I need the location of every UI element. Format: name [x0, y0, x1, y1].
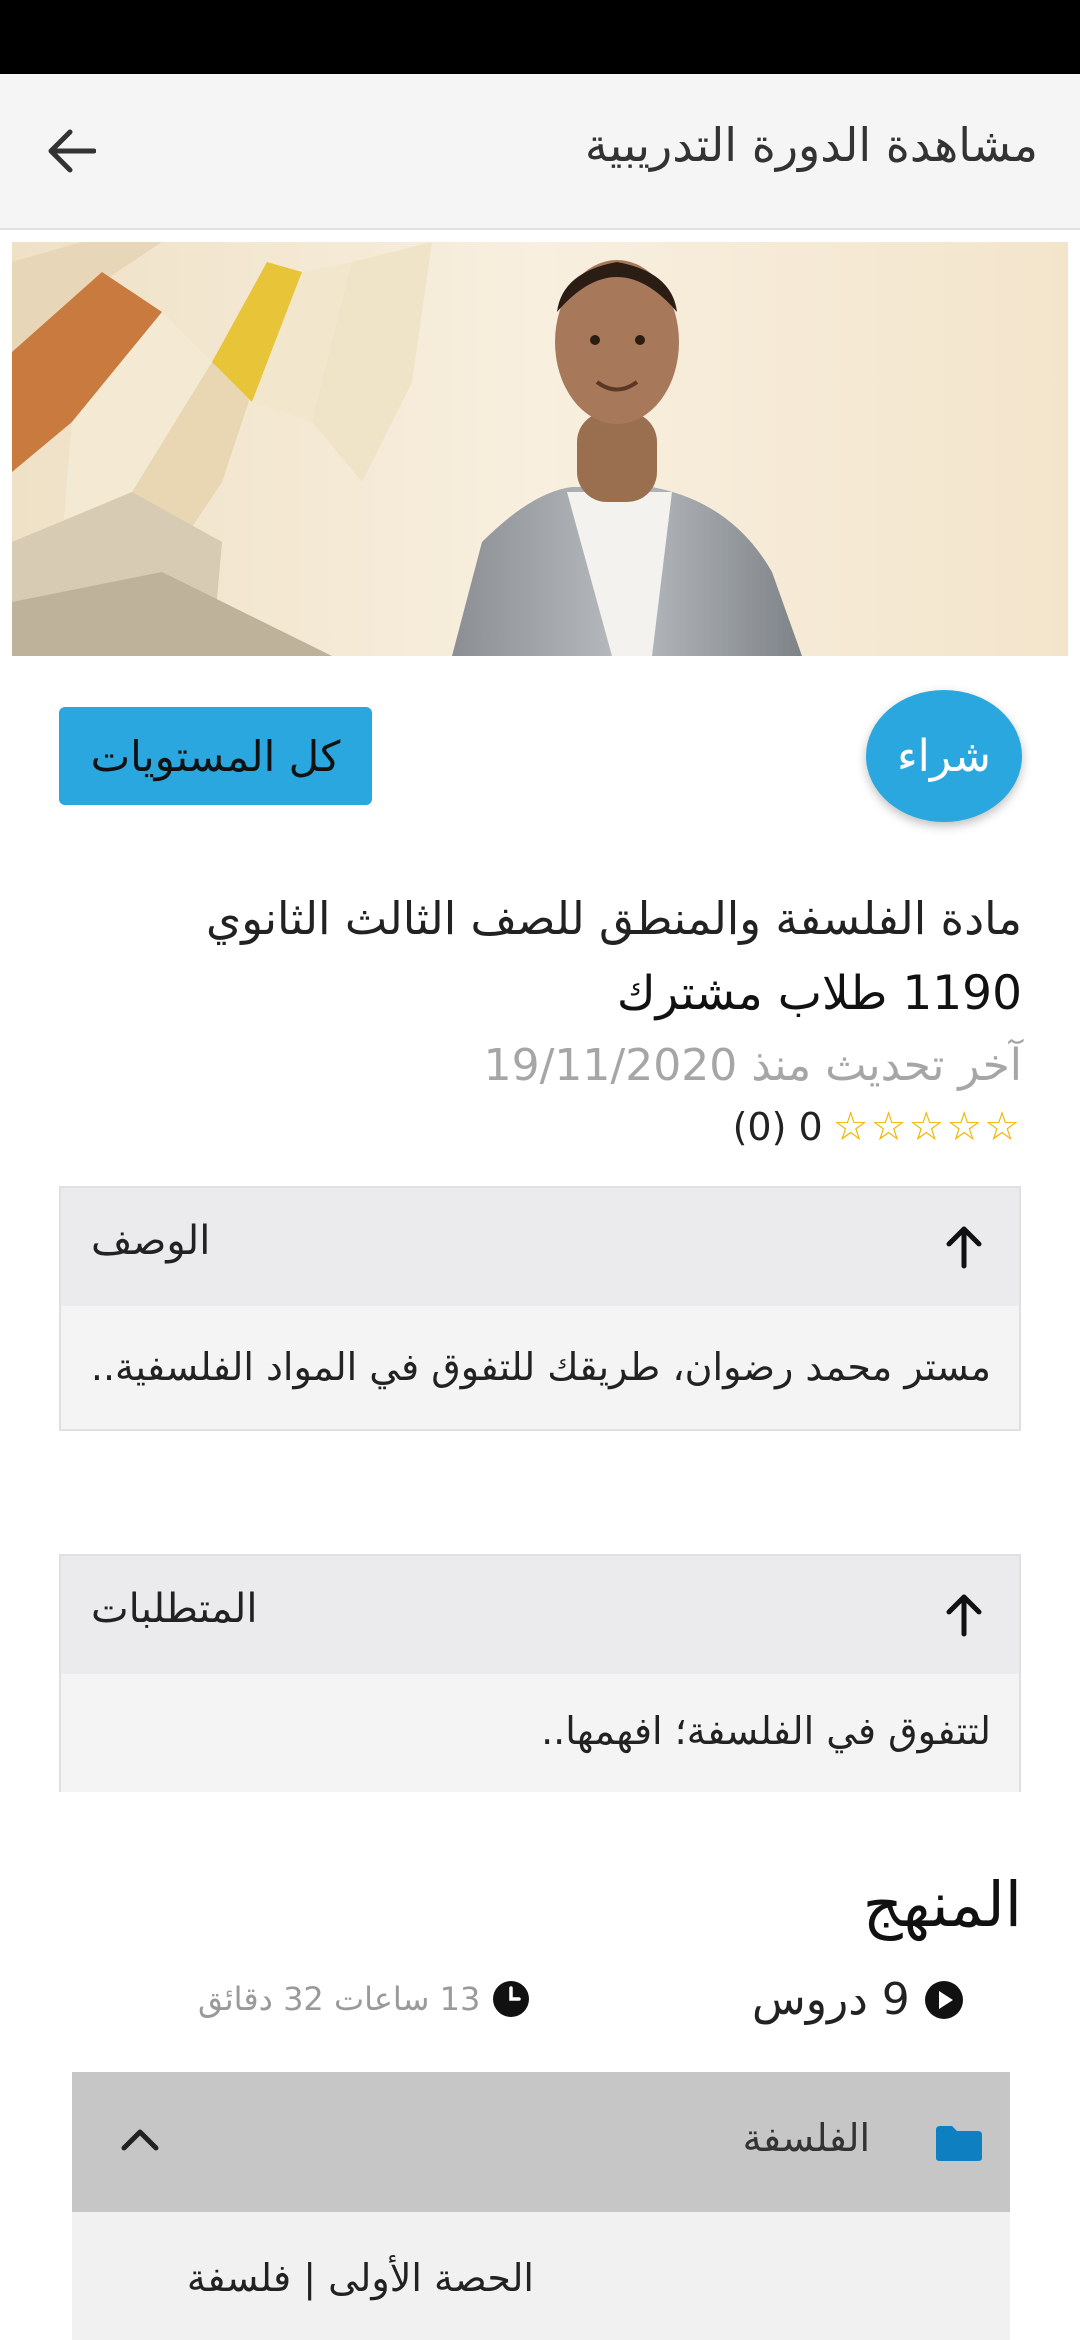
- last-updated: آخر تحديث منذ 19/11/2020: [483, 1040, 1022, 1091]
- requirements-panel: المتطلبات لتتفوق في الفلسفة؛ افهمها..: [59, 1554, 1021, 1792]
- buy-button[interactable]: شراء: [866, 690, 1022, 822]
- play-circle-icon: [924, 1980, 963, 2019]
- page-title: مشاهدة الدورة التدريبية: [584, 118, 1038, 172]
- chevron-up-icon: [121, 2129, 159, 2151]
- course-rating: ☆☆☆☆☆ (0) 0: [733, 1104, 1022, 1150]
- course-title: مادة الفلسفة والمنطق للصف الثالث الثانوي: [206, 892, 1022, 945]
- course-duration: 13 ساعات 32 دقائق: [198, 1980, 530, 2018]
- course-banner-image: [12, 242, 1068, 656]
- requirements-header[interactable]: المتطلبات: [61, 1556, 1019, 1674]
- clock-icon: [493, 1981, 530, 2017]
- lessons-count: 9 دروس: [752, 1974, 964, 2025]
- lesson-item[interactable]: الحصة الأولى | فلسفة: [72, 2212, 1010, 2340]
- app-bar: مشاهدة الدورة التدريبية: [0, 74, 1080, 230]
- section-name: الفلسفة: [742, 2116, 870, 2160]
- all-levels-button[interactable]: كل المستويات: [59, 707, 372, 805]
- curriculum-section-header[interactable]: الفلسفة: [72, 2072, 1010, 2212]
- requirements-text: لتتفوق في الفلسفة؛ افهمها..: [61, 1674, 1019, 1792]
- description-panel: الوصف مستر محمد رضوان، طريقك للتفوق في ا…: [59, 1186, 1021, 1431]
- duration-text: 13 ساعات 32 دقائق: [198, 1980, 481, 2018]
- requirements-label: المتطلبات: [91, 1586, 258, 1632]
- arrow-left-icon: [48, 129, 96, 173]
- folder-icon: [936, 2126, 982, 2161]
- students-count: 1190 طلاب مشترك: [616, 966, 1022, 1021]
- star-rating-icon: ☆☆☆☆☆: [832, 1104, 1022, 1150]
- status-bar: [0, 0, 1080, 74]
- rating-value: (0) 0: [732, 1105, 823, 1149]
- description-text: مستر محمد رضوان، طريقك للتفوق في المواد …: [61, 1306, 1019, 1429]
- arrow-up-icon: [946, 1594, 982, 1637]
- lessons-count-text: 9 دروس: [752, 1974, 910, 2025]
- arrow-up-icon: [946, 1226, 982, 1269]
- description-label: الوصف: [91, 1218, 211, 1264]
- lesson-title: الحصة الأولى | فلسفة: [186, 2256, 534, 2300]
- curriculum-title: المنهج: [862, 1868, 1022, 1941]
- description-header[interactable]: الوصف: [61, 1188, 1019, 1306]
- back-button[interactable]: [36, 116, 106, 186]
